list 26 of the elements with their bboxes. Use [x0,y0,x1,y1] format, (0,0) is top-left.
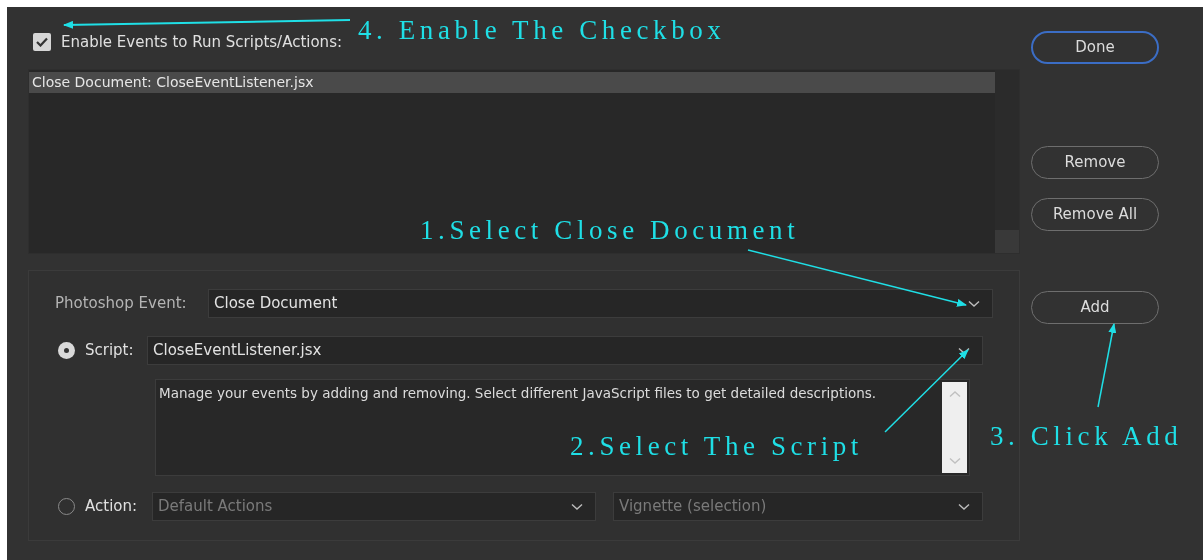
checkbox[interactable] [33,33,51,51]
event-dropdown[interactable]: Close Document [208,289,993,318]
chevron-down-icon [968,299,980,308]
done-button[interactable]: Done [1031,31,1159,64]
chevron-down-icon [571,502,583,511]
annotation-text: 3. Click Add [990,420,1183,453]
annotation-text: 2.Select The Script [570,430,863,463]
radio-label: Action: [85,496,139,518]
remove-button[interactable]: Remove All [1031,198,1159,231]
chevron-down-icon [948,457,961,465]
scrollbar[interactable] [942,382,967,473]
add-button[interactable]: Add [1031,291,1159,324]
checkbox-label: Enable Events to Run Scripts/Actions: [61,31,342,53]
checkmark-icon [36,37,48,47]
description-text: Manage your events by adding and removing. Select different JavaScript files to get detailed descriptions. [159,384,877,402]
chevron-down-icon [958,346,970,355]
script-dropdown[interactable]: CloseEventListener.jsx [147,336,983,365]
field-label: Photoshop Event: [55,293,188,315]
radio-label: Script: [85,340,135,362]
chevron-up-icon [948,390,961,398]
remove-button[interactable]: Remove [1031,146,1159,179]
annotation-text: 4. Enable The Checkbox [358,14,726,47]
chevron-down-icon [958,502,970,511]
radio-button[interactable] [58,342,75,359]
annotation-text: 1.Select Close Document [420,214,800,247]
list-item[interactable]: Close Document: CloseEventListener.jsx [29,72,995,93]
